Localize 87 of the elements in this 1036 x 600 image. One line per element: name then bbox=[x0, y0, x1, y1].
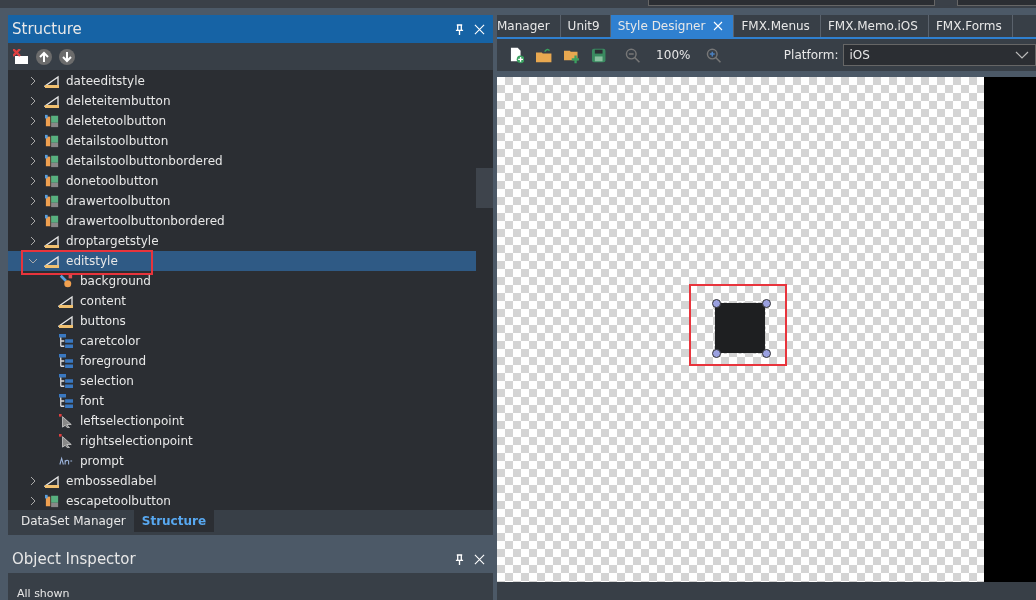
ruler-icon bbox=[44, 474, 60, 488]
move-up-icon[interactable] bbox=[36, 48, 52, 65]
folder-icon[interactable] bbox=[536, 46, 552, 64]
chevron-right-icon[interactable] bbox=[28, 176, 38, 186]
chevron-right-icon[interactable] bbox=[28, 96, 38, 106]
panel-title: Structure bbox=[12, 20, 83, 38]
tool-button-icon bbox=[44, 494, 60, 508]
editor-tab[interactable]: Unit9 bbox=[560, 15, 611, 37]
list-icon bbox=[58, 394, 74, 408]
tree-item[interactable]: buttons bbox=[8, 311, 476, 331]
top-field[interactable] bbox=[648, 0, 935, 6]
tree-item[interactable]: embossedlabel bbox=[8, 471, 476, 491]
close-icon[interactable] bbox=[474, 23, 485, 35]
chevron-right-icon[interactable] bbox=[28, 116, 38, 126]
pointer-icon bbox=[58, 434, 74, 448]
pin-icon[interactable] bbox=[455, 23, 464, 35]
tree-item[interactable]: rightselectionpoint bbox=[8, 431, 476, 451]
top-field[interactable] bbox=[957, 0, 1036, 6]
tree-item[interactable]: selection bbox=[8, 371, 476, 391]
editor-tab[interactable]: FMX.Memo.iOS bbox=[820, 15, 929, 37]
pointer-icon bbox=[58, 414, 74, 428]
tree-item[interactable]: escapetoolbutton bbox=[8, 491, 476, 510]
save-icon[interactable] bbox=[591, 46, 607, 64]
scrollbar-thumb[interactable] bbox=[476, 168, 493, 208]
ruler-icon bbox=[44, 74, 60, 88]
tree-item[interactable]: leftselectionpoint bbox=[8, 411, 476, 431]
close-icon[interactable] bbox=[713, 21, 724, 31]
brush-icon bbox=[58, 274, 74, 288]
chevron-right-icon[interactable] bbox=[28, 136, 38, 146]
tree-item[interactable]: deleteitembutton bbox=[8, 91, 476, 111]
text-label-icon bbox=[58, 454, 74, 468]
editor-tab[interactable]: FMX.Forms bbox=[928, 15, 1013, 37]
chevron-right-icon[interactable] bbox=[28, 76, 38, 86]
tree-item[interactable]: prompt bbox=[8, 451, 476, 471]
chevron-right-icon[interactable] bbox=[28, 196, 38, 206]
tree-item[interactable]: drawertoolbutton bbox=[8, 191, 476, 211]
tool-button-icon bbox=[44, 214, 60, 228]
chevron-right-icon[interactable] bbox=[28, 216, 38, 226]
zoom-level: 100% bbox=[656, 48, 691, 62]
tree-item[interactable]: droptargetstyle bbox=[8, 231, 476, 251]
tree-item[interactable]: drawertoolbuttonbordered bbox=[8, 211, 476, 231]
pin-icon[interactable] bbox=[455, 553, 464, 565]
filter-status: All shown bbox=[17, 587, 70, 600]
chevron-down-icon[interactable] bbox=[28, 256, 38, 266]
tree-item[interactable]: deletetoolbutton bbox=[8, 111, 476, 131]
resize-handle[interactable] bbox=[712, 299, 721, 308]
move-down-icon[interactable] bbox=[59, 48, 75, 65]
chevron-right-icon[interactable] bbox=[28, 156, 38, 166]
chevron-right-icon[interactable] bbox=[28, 476, 38, 486]
tool-button-icon bbox=[44, 174, 60, 188]
list-icon bbox=[58, 374, 74, 388]
tree-item[interactable]: content bbox=[8, 291, 476, 311]
chevron-right-icon[interactable] bbox=[28, 236, 38, 246]
ruler-icon bbox=[58, 294, 74, 308]
editor-tab[interactable]: FMX.Menus bbox=[734, 15, 821, 37]
tool-button-icon bbox=[44, 134, 60, 148]
new-file-icon[interactable] bbox=[509, 46, 525, 64]
platform-dropdown[interactable]: iOS bbox=[842, 44, 1036, 66]
panel-tab[interactable]: DataSet Manager bbox=[13, 510, 134, 532]
tree-item[interactable]: font bbox=[8, 391, 476, 411]
panel-tab[interactable]: Structure bbox=[133, 510, 215, 532]
resize-handle[interactable] bbox=[762, 299, 771, 308]
tree-item[interactable]: dateeditstyle bbox=[8, 71, 476, 91]
tool-button-icon bbox=[44, 194, 60, 208]
ruler-icon bbox=[44, 234, 60, 248]
list-icon bbox=[58, 354, 74, 368]
tree-item[interactable]: caretcolor bbox=[8, 331, 476, 351]
chevron-right-icon[interactable] bbox=[28, 496, 38, 506]
editor-tab[interactable]: Manager bbox=[497, 15, 561, 37]
caret-icon bbox=[1015, 51, 1030, 59]
tree-item[interactable]: background bbox=[8, 271, 476, 291]
platform-label: Platform: bbox=[783, 48, 839, 62]
ruler-icon bbox=[44, 94, 60, 108]
panel-title: Object Inspector bbox=[12, 550, 137, 568]
resize-handle[interactable] bbox=[712, 349, 721, 358]
tree-item[interactable]: detailstoolbutton bbox=[8, 131, 476, 151]
tree-item[interactable]: detailstoolbuttonbordered bbox=[8, 151, 476, 171]
resize-handle[interactable] bbox=[762, 349, 771, 358]
ruler-icon bbox=[44, 254, 60, 268]
tree-item[interactable]: donetoolbutton bbox=[8, 171, 476, 191]
delete-icon[interactable] bbox=[13, 48, 29, 65]
tool-button-icon bbox=[44, 114, 60, 128]
tool-button-icon bbox=[44, 154, 60, 168]
list-icon bbox=[58, 334, 74, 348]
ruler-icon bbox=[58, 314, 74, 328]
close-icon[interactable] bbox=[474, 553, 485, 565]
tree-item[interactable]: foreground bbox=[8, 351, 476, 371]
